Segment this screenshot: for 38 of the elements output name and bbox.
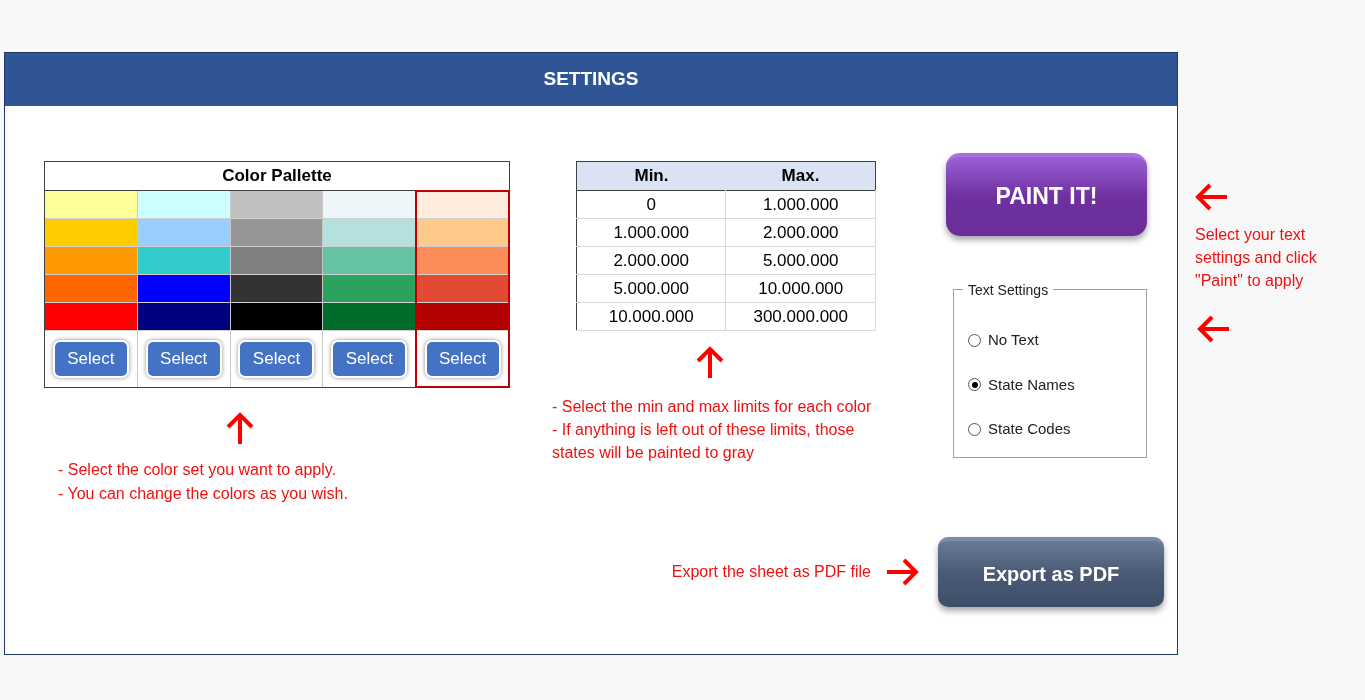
radio-button[interactable] xyxy=(968,378,981,392)
radio-button[interactable] xyxy=(968,333,981,347)
palette-title: Color Pallette xyxy=(222,165,332,188)
table-cell: 300.000.000 xyxy=(725,302,876,331)
side-note: Select your text settings and click "Paint" to apply xyxy=(1195,225,1318,291)
table-cell: 5.000.000 xyxy=(576,274,726,303)
table-cell: 1.000.000 xyxy=(725,190,876,219)
export-pdf-button[interactable]: Export as PDF xyxy=(938,537,1164,607)
left-arrow-icon xyxy=(1197,315,1231,343)
table-cell: 2.000.000 xyxy=(576,246,726,275)
select-button[interactable]: Select xyxy=(52,340,129,378)
table-cell: 10.000.000 xyxy=(725,274,876,303)
instruction-text: - Select the min and max limits for each color xyxy=(552,397,872,417)
select-button[interactable]: Select xyxy=(424,340,501,378)
export-note: Export the sheet as PDF file xyxy=(671,562,871,582)
header-title: SETTINGS xyxy=(543,67,639,92)
column-header: Max. xyxy=(725,161,876,191)
table-cell: 10.000.000 xyxy=(576,302,726,331)
table-cell: 5.000.000 xyxy=(725,246,876,275)
select-button[interactable]: Select xyxy=(238,340,315,378)
table-cell: 0 xyxy=(576,190,726,219)
table-cell: 1.000.000 xyxy=(576,218,726,247)
option-label: State Codes xyxy=(988,419,1071,439)
left-arrow-icon xyxy=(1195,183,1229,211)
select-button[interactable]: Select xyxy=(331,340,408,378)
select-button[interactable]: Select xyxy=(145,340,222,378)
up-arrow-icon xyxy=(225,412,255,445)
option-label: State Names xyxy=(988,374,1075,395)
instruction-text: - Select the color set you want to apply. xyxy=(58,460,338,480)
right-arrow-icon xyxy=(885,558,919,586)
column-header: Min. xyxy=(576,161,726,191)
option-label: No Text xyxy=(988,330,1039,350)
instruction-text: - You can change the colors as you wish. xyxy=(58,484,349,504)
radio-button[interactable] xyxy=(968,422,981,436)
up-arrow-icon xyxy=(695,346,725,379)
instruction-text: - If anything is left out of these limits, those states will be painted to gray xyxy=(552,420,856,463)
table-cell: 2.000.000 xyxy=(725,218,876,247)
paint-button[interactable]: PAINT IT! xyxy=(946,153,1147,236)
